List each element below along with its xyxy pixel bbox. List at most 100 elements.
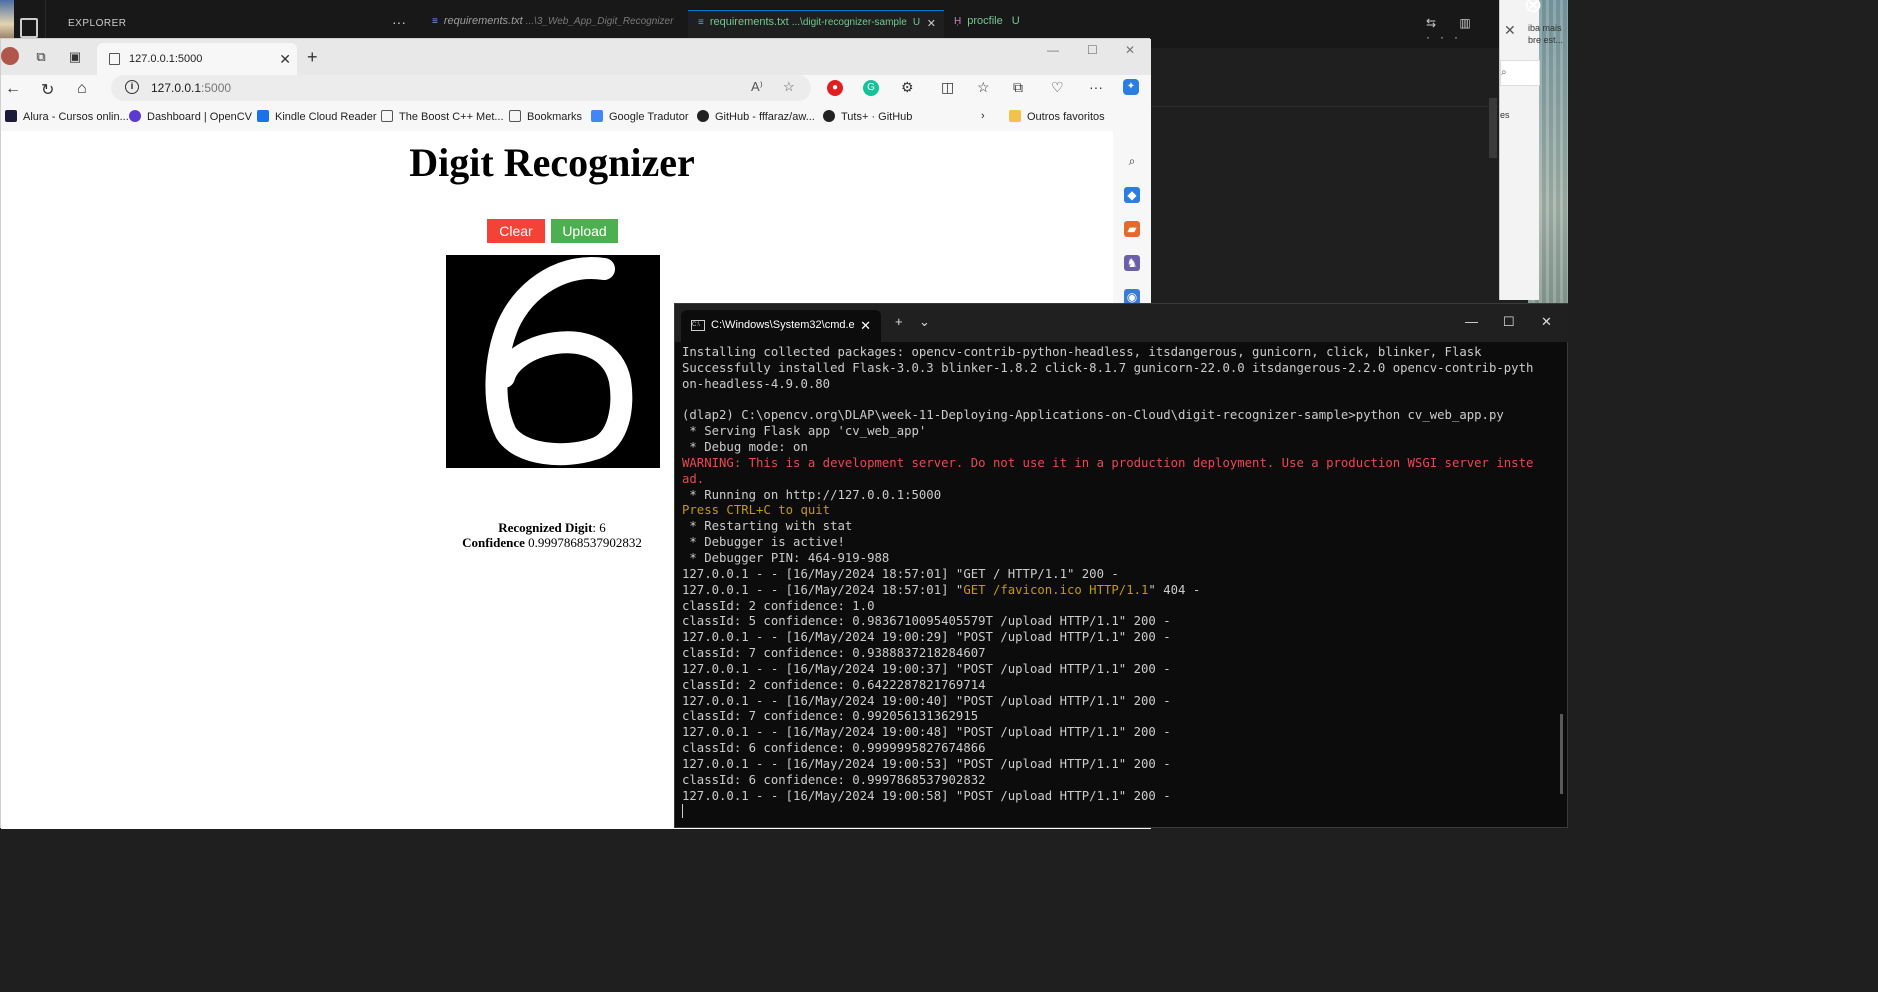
tab-actions-icon[interactable]: ▣ (67, 49, 83, 65)
notification-search[interactable]: ⌕ (1500, 60, 1540, 86)
browser-tab-active[interactable]: 127.0.0.1:5000 ✕ (97, 43, 297, 75)
maximize-icon[interactable]: ☐ (1503, 314, 1515, 330)
terminal-line: 127.0.0.1 - - [16/May/2024 19:00:58] "PO… (682, 788, 1171, 803)
terminal-line: Press CTRL+C to quit (682, 503, 831, 518)
divider (1150, 106, 1499, 107)
maximize-icon[interactable]: ☐ (1087, 43, 1098, 57)
terminal-line: 127.0.0.1 - - [16/May/2024 19:00:53] "PO… (682, 756, 1171, 771)
bookmarks-bar: Alura - Cursos onlin... Dashboard | Open… (1, 105, 1151, 131)
browser-essentials-icon[interactable]: ♡ (1051, 79, 1064, 96)
terminal-tab[interactable]: C:\ C:\Windows\System32\cmd.e ✕ (681, 310, 881, 342)
terminal-line: ad. (682, 471, 705, 486)
cmd-icon: C:\ (691, 320, 705, 331)
bookmark-item[interactable]: Bookmarks (509, 110, 582, 123)
close-circle-icon[interactable]: ⊗ (1524, 0, 1558, 17)
kindle-icon (257, 110, 269, 122)
terminal-line: classId: 2 confidence: 1.0 (682, 598, 875, 613)
google-translate-icon (591, 110, 603, 122)
scrollbar[interactable] (1489, 98, 1497, 158)
close-tab-icon[interactable]: ✕ (927, 17, 936, 30)
read-aloud-icon[interactable]: A⁾ (751, 79, 763, 95)
terminal-line: 127.0.0.1 - - [16/May/2024 19:00:37] "PO… (682, 661, 1171, 676)
address-host: 127.0.0.1 (151, 81, 202, 95)
address-port: :5000 (201, 81, 232, 95)
minimize-icon[interactable]: — (1047, 43, 1059, 57)
terminal-line: on-headless-4.9.0.80 (682, 376, 831, 391)
new-tab-icon[interactable]: + (307, 47, 318, 68)
terminal-line: classId: 7 confidence: 0.992056131362915 (682, 709, 979, 724)
bookmark-folder-other[interactable]: Outros favoritos (1009, 110, 1105, 123)
tab-status: U (912, 17, 921, 28)
close-window-icon[interactable]: ✕ (1541, 314, 1552, 330)
bookmark-item[interactable]: Google Tradutor (591, 110, 689, 123)
confidence-value: 0.9997868537902832 (524, 535, 642, 550)
terminal-line: (dlap2) C:\opencv.org\DLAP\week-11-Deplo… (682, 408, 1504, 423)
bookmark-item[interactable]: Tuts+ · GitHub (823, 110, 912, 123)
page-title: Digit Recognizer (409, 140, 695, 185)
tools-icon[interactable]: ▰ (1124, 221, 1140, 237)
explorer-files-icon[interactable] (20, 18, 38, 38)
procfile-icon: Ḥ (954, 16, 962, 27)
refresh-icon[interactable]: ↻ (41, 80, 54, 100)
terminal-line: 127.0.0.1 - - [16/May/2024 18:57:01] "GE… (682, 582, 1201, 597)
search-icon[interactable]: ⌕ (1124, 153, 1140, 169)
profile-avatar[interactable] (1, 47, 19, 65)
bookmark-item[interactable]: GitHub - fffaraz/aw... (697, 110, 815, 123)
address-bar[interactable]: i 127.0.0.1:5000 A⁾ ☆ (111, 75, 811, 101)
editor-tab-procfile[interactable]: Ḥprocfile U (944, 10, 1034, 38)
collections-icon[interactable]: ⧉ (1013, 79, 1023, 96)
terminal-line: * Debug mode: on (682, 440, 808, 455)
terminal-line: classId: 2 confidence: 0.642228782176971… (682, 677, 986, 692)
shopping-tag-icon[interactable]: ◆ (1124, 187, 1140, 203)
terminal-line: classId: 7 confidence: 0.938883721828460… (682, 646, 986, 661)
workspaces-icon[interactable]: ⧉ (33, 49, 49, 65)
upload-button[interactable]: Upload (551, 219, 618, 243)
grammarly-extension-icon[interactable]: G (863, 80, 879, 96)
settings-more-icon[interactable]: ··· (1089, 79, 1103, 95)
terminal-line: 127.0.0.1 - - [16/May/2024 19:00:40] "PO… (682, 693, 1171, 708)
text-file-icon: ≡ (432, 16, 438, 27)
new-tab-icon[interactable]: + (895, 314, 903, 329)
explorer-label: EXPLORER (68, 18, 127, 29)
editor-actions-icons[interactable]: ⇆ ▥ ··· (1426, 16, 1499, 44)
favorite-star-icon[interactable]: ☆ (783, 79, 795, 95)
terminal-prompt-cursor[interactable] (682, 804, 1562, 820)
chevron-down-icon[interactable]: ⌄ (919, 314, 930, 330)
split-screen-icon[interactable]: ◫ (941, 79, 954, 96)
editor-tab-requirements-2[interactable]: ≡ requirements.txt ...\digit-recognizer-sa… (688, 10, 944, 38)
back-icon[interactable]: ← (5, 80, 21, 98)
search-icon: ⌕ (1501, 67, 1507, 78)
terminal-output[interactable]: Installing collected packages: opencv-co… (682, 345, 1562, 820)
clear-button[interactable]: Clear (487, 219, 545, 243)
drawing-canvas[interactable] (446, 255, 660, 468)
close-window-icon[interactable]: ✕ (1125, 43, 1135, 57)
close-tab-icon[interactable]: ✕ (279, 51, 291, 68)
bookmarks-more-chevron-icon[interactable]: › (981, 110, 985, 122)
terminal-scrollbar[interactable] (1560, 714, 1563, 794)
close-tab-icon[interactable]: ✕ (860, 318, 871, 334)
notification-text: iba mais bre est... (1528, 23, 1564, 45)
bookmark-item[interactable]: The Boost C++ Met... (381, 110, 504, 123)
terminal-line: classId: 5 confidence: 0.983671009540557… (682, 614, 1171, 629)
games-icon[interactable]: ♞ (1124, 255, 1140, 271)
bookmark-item[interactable]: Alura - Cursos onlin... (5, 110, 129, 123)
editor-tab-requirements-1[interactable]: ≡ requirements.txt ...\3_Web_App_Digit_Rec… (422, 10, 688, 38)
explorer-more-icon[interactable]: ··· (392, 14, 406, 30)
bookmark-item[interactable]: Dashboard | OpenCV (129, 110, 252, 123)
site-info-icon[interactable]: i (125, 80, 139, 94)
notification-es: es (1500, 110, 1510, 120)
favorites-icon[interactable]: ☆ (977, 79, 990, 96)
extensions-icon[interactable]: ⚙ (901, 79, 914, 96)
github-icon (697, 110, 709, 122)
minimize-icon[interactable]: — (1465, 314, 1478, 329)
adblock-extension-icon[interactable]: ● (827, 80, 843, 96)
terminal-line: Successfully installed Flask-3.0.3 blink… (682, 360, 1534, 375)
terminal-line: * Restarting with stat (682, 519, 853, 534)
copilot-icon[interactable]: ✦ (1123, 79, 1139, 95)
alura-icon (5, 110, 17, 122)
notification-close-icon[interactable]: ✕ (1504, 22, 1516, 39)
terminal-line: * Debugger PIN: 464-919-988 (682, 550, 890, 565)
bookmark-item[interactable]: Kindle Cloud Reader (257, 110, 377, 123)
home-icon[interactable]: ⌂ (77, 80, 87, 98)
page-icon (509, 110, 521, 122)
